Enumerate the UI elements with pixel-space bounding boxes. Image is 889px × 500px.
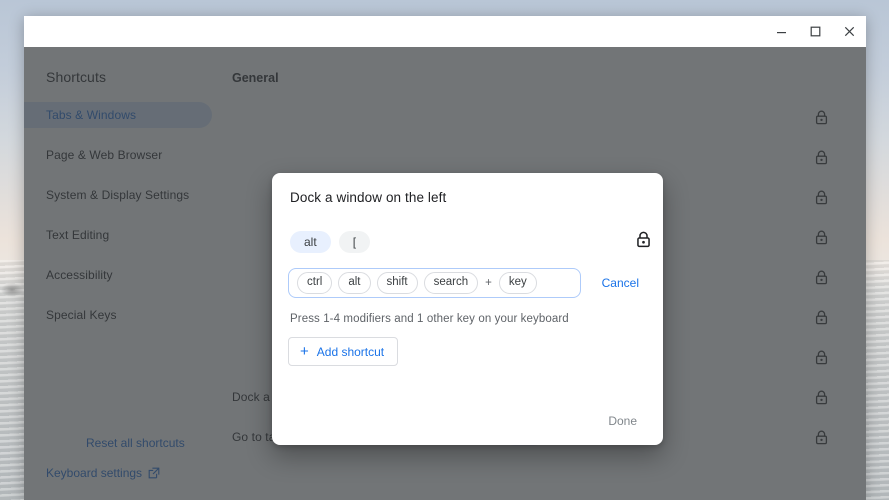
plus-separator: +	[484, 277, 493, 289]
modifier-pill-alt: alt	[338, 272, 370, 294]
modifier-pill-shift: shift	[377, 272, 418, 294]
shortcuts-app-window: Shortcuts Tabs & Windows Page & Web Brow…	[24, 16, 866, 500]
done-button[interactable]: Done	[594, 407, 651, 435]
cancel-button[interactable]: Cancel	[590, 270, 651, 296]
shortcut-input-row: ctrl alt shift search + key Cancel	[272, 268, 663, 298]
modifier-chip-alt: alt	[290, 231, 331, 253]
close-button[interactable]	[832, 16, 866, 47]
key-placeholder-pill: key	[499, 272, 537, 294]
edit-shortcut-dialog: Dock a window on the left alt [ ctrl alt…	[272, 173, 663, 445]
plus-icon: +	[300, 344, 309, 359]
add-shortcut-button[interactable]: + Add shortcut	[288, 337, 398, 366]
lock-icon	[636, 231, 651, 253]
add-shortcut-label: Add shortcut	[317, 345, 384, 359]
existing-shortcut-keys: alt [	[290, 231, 636, 253]
existing-shortcut-row: alt [	[272, 228, 663, 256]
settings-page: Shortcuts Tabs & Windows Page & Web Brow…	[24, 47, 866, 500]
shortcut-key-input[interactable]: ctrl alt shift search + key	[288, 268, 581, 298]
minimize-button[interactable]	[764, 16, 798, 47]
modifier-pill-ctrl: ctrl	[297, 272, 332, 294]
key-chip-bracket: [	[339, 231, 370, 253]
dialog-title: Dock a window on the left	[272, 173, 663, 205]
window-titlebar	[24, 16, 866, 47]
input-hint-text: Press 1-4 modifiers and 1 other key on y…	[290, 313, 663, 325]
modifier-pill-search: search	[424, 272, 479, 294]
dialog-footer: Done	[594, 407, 651, 435]
maximize-button[interactable]	[798, 16, 832, 47]
